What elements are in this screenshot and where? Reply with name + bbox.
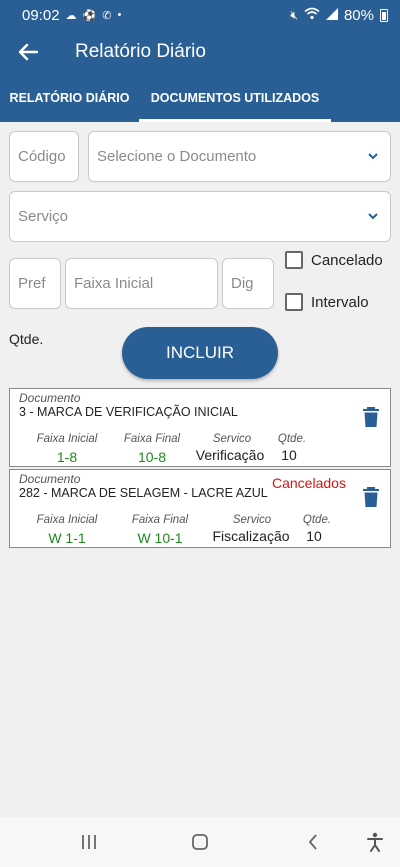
qtde-label: Qtde. [9,331,44,347]
status-time: 09:02 [22,6,60,24]
cancelado-checkbox-row[interactable]: Cancelado [285,251,383,269]
chevron-down-icon [368,212,378,219]
faixa-final-label: Faixa Final [123,433,181,445]
mute-icon: 🔇︎ [290,7,298,22]
faixa-inicial-value: 1-8 [56,449,78,465]
whatsapp-icon: ✆ [102,9,112,22]
record-card: Documento 3 - MARCA DE VERIFICAÇÃO INICI… [9,388,391,467]
servico-label: Servico [212,433,252,445]
qtde-value: 10 [281,447,297,463]
doc-label: Documento [19,472,81,486]
intervalo-label: Intervalo [311,293,369,311]
servico-placeholder: Serviço [18,208,69,225]
servico-label: Servico [232,514,272,526]
cloud-icon: ☁ [65,9,77,22]
tab-bar: RELATÓRIO DIÁRIO DOCUMENTOS UTILIZADOS [0,74,400,122]
cancelado-label: Cancelado [311,251,383,269]
codigo-input[interactable]: Código [9,131,79,182]
intervalo-checkbox-row[interactable]: Intervalo [285,293,369,311]
intervalo-checkbox[interactable] [285,293,303,311]
trash-icon[interactable] [362,406,380,428]
back-arrow-icon[interactable] [0,30,56,74]
tab-documentos-utilizados[interactable]: DOCUMENTOS UTILIZADOS [139,74,331,122]
signal-icon [325,7,338,24]
tab-relatorio-diario[interactable]: RELATÓRIO DIÁRIO [0,74,139,122]
faixa-final-value: 10-8 [137,449,167,465]
app-bar: Relatório Diário [0,30,400,74]
documento-placeholder: Selecione o Documento [97,148,257,165]
status-cancelados: Cancelados [272,475,346,491]
faixa-final-value: W 10-1 [137,530,183,546]
dig-placeholder: Dig [231,275,254,292]
faixa-inicial-label: Faixa Inicial [36,433,98,445]
servico-select[interactable]: Serviço [9,191,391,242]
page-title: Relatório Diário [75,41,206,62]
doc-name: 3 - MARCA DE VERIFICAÇÃO INICIAL [19,405,238,419]
faixa-inicial-value: W 1-1 [48,530,86,546]
trash-icon[interactable] [362,486,380,508]
system-nav-bar [0,817,400,867]
servico-value: Verificação [195,447,265,463]
pref-input[interactable]: Pref [9,258,61,309]
faixa-inicial-placeholder: Faixa Inicial [74,275,154,292]
doc-name: 282 - MARCA DE SELAGEM - LACRE AZUL [19,486,268,500]
cancelado-checkbox[interactable] [285,251,303,269]
recent-apps-icon[interactable] [70,817,108,867]
faixa-inicial-input[interactable]: Faixa Inicial [65,258,218,309]
qtde-col-label: Qtde. [277,433,307,445]
faixa-final-label: Faixa Final [131,514,189,526]
record-card: Documento 282 - MARCA DE SELAGEM - LACRE… [9,469,391,548]
codigo-placeholder: Código [18,148,66,165]
doc-label: Documento [19,391,81,405]
faixa-inicial-label: Faixa Inicial [36,514,98,526]
servico-value: Fiscalização [212,528,290,544]
accessibility-icon[interactable] [356,817,394,867]
back-nav-icon[interactable] [294,817,332,867]
status-bar: 09:02 ☁ ⚽ ✆ • 🔇︎ 80% [0,0,400,30]
incluir-button[interactable]: INCLUIR [122,327,278,379]
dot-icon: • [117,9,122,21]
home-icon[interactable] [181,817,219,867]
qtde-col-label: Qtde. [302,514,332,526]
documento-select[interactable]: Selecione o Documento [88,131,391,182]
battery-text: 80% [343,6,374,24]
chevron-down-icon [368,152,378,159]
wifi-icon [304,7,320,24]
soccer-icon: ⚽ [82,9,97,22]
battery-icon [380,8,388,22]
pref-placeholder: Pref [18,275,46,292]
dig-input[interactable]: Dig [222,258,274,309]
qtde-value: 10 [306,528,322,544]
